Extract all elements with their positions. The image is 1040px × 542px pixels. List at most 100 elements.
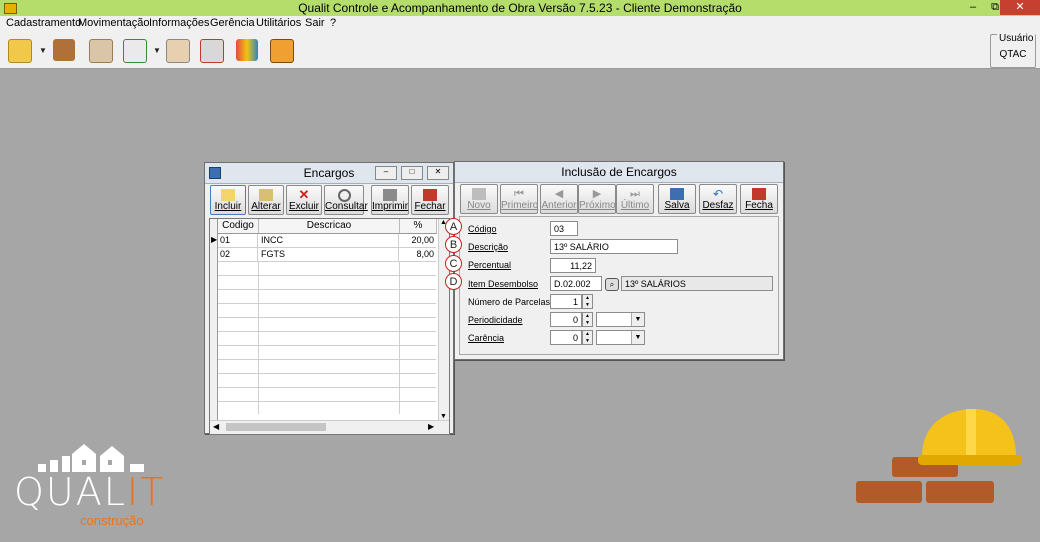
edit-pencil-icon [259,189,273,201]
periodicidade-stepper[interactable]: ▲ ▼ [582,312,593,327]
cell-codigo: 01 [220,234,258,247]
carencia-select[interactable]: ▼ [596,330,645,345]
bar-chart-icon[interactable] [236,39,258,61]
codigo-input[interactable]: 03 [550,221,578,236]
fecha-button[interactable]: Fecha [740,184,778,214]
codigo-label: Código [468,224,497,234]
scroll-left-icon[interactable]: ◀ [213,422,219,431]
novo-label: Novo [467,200,491,211]
numero-parcelas-label: Número de Parcelas [468,297,551,307]
person-chart-icon[interactable] [166,39,190,63]
main-toolbar: ▼ ▼ Usuário QTAC [0,31,1040,69]
printer-icon [383,189,397,201]
item-desembolso-input[interactable]: D.02.002 [550,276,602,291]
incluir-button[interactable]: Incluir [210,185,246,215]
last-record-icon: ⏭ [630,188,640,200]
primeiro-button[interactable]: ⏮ Primeiro [500,184,538,214]
periodicidade-select[interactable]: ▼ [596,312,645,327]
inclusao-title: Inclusão de Encargos [561,165,677,179]
cell-pct: 8,00 [416,249,434,259]
fechar-label: Fechar [414,201,446,212]
chevron-down-icon[interactable]: ▼ [153,46,161,55]
current-row-indicator-icon: ▶ [211,235,218,244]
menu-informacoes[interactable]: Informações [149,17,210,29]
qualit-logo: QUALIT construção [14,440,174,535]
ultimo-label: Último [620,200,650,211]
lookup-icon[interactable]: ⌕ [605,278,619,291]
cell-pct: 20,00 [411,235,434,245]
salva-button[interactable]: Salva [658,184,696,214]
consultar-button[interactable]: Consultar [324,185,368,215]
fechar-button[interactable]: Fechar [411,185,449,215]
menu-sair[interactable]: Sair [305,17,325,29]
periodicidade-label: Periodicidade [468,315,523,325]
exit-door-icon [423,189,437,201]
parcelas-stepper[interactable]: ▲ ▼ [582,294,593,309]
imprimir-button[interactable]: Imprimir [371,185,409,215]
alterar-button[interactable]: Alterar [248,185,284,215]
column-header-codigo[interactable]: Codigo [218,219,259,234]
spreadsheet-icon[interactable] [123,39,147,63]
close-button[interactable]: ✕ [427,166,449,180]
first-record-icon: ⏮ [514,188,524,200]
column-header-pct[interactable]: % [400,219,437,234]
menu-gerencia[interactable]: Gerência [210,17,255,29]
anterior-button[interactable]: ◀ Anterior [540,184,578,214]
encargos-title-bar: Encargos – □ ✕ [205,163,453,184]
descricao-input[interactable]: 13º SALÁRIO [550,239,678,254]
exit-door-icon[interactable] [270,39,294,63]
imprimir-label: Imprimir [372,201,409,212]
carencia-stepper[interactable]: ▲ ▼ [582,330,593,345]
app-title-bar: Qualit Controle e Acompanhamento de Obra… [0,0,1040,16]
desfaz-button[interactable]: ↶ Desfaz [699,184,737,214]
maximize-button[interactable]: □ [401,166,423,180]
chevron-down-icon[interactable]: ▼ [39,46,47,55]
desfaz-label: Desfaz [702,200,734,211]
scroll-right-icon[interactable]: ▶ [428,422,434,431]
new-folder-icon[interactable] [8,39,32,63]
percentual-label: Percentual [468,260,512,270]
calendar-icon[interactable] [89,39,113,63]
app-title: Qualit Controle e Acompanhamento de Obra… [298,1,742,15]
delete-x-icon: ✕ [298,187,310,202]
truck-icon[interactable] [53,39,75,61]
minimize-button[interactable]: – [375,166,397,180]
scroll-down-icon[interactable]: ▼ [440,413,447,420]
table-row[interactable]: 01 INCC 20,00 [218,234,436,248]
scroll-thumb[interactable] [226,423,326,431]
column-header-descricao[interactable]: Descricao [259,219,400,234]
calendar-clock-icon[interactable] [200,39,224,63]
incluir-label: Incluir [214,201,242,212]
horizontal-scrollbar[interactable]: ◀ ▶ [210,420,449,434]
proximo-label: Próximo [579,200,616,211]
encargos-grid: Codigo Descricao % ▶ 01 INCC 20,00 02 FG… [209,218,450,435]
excluir-label: Excluir [288,201,319,212]
row-indicator-column [210,219,218,424]
fecha-label: Fecha [745,200,773,211]
undo-icon: ↶ [712,187,724,201]
ultimo-button[interactable]: ⏭ Último [616,184,654,214]
chevron-down-icon[interactable]: ▼ [631,313,644,326]
proximo-button[interactable]: ▶ Próximo [578,184,616,214]
carencia-input[interactable]: 0 [550,330,582,345]
novo-button[interactable]: Novo [460,184,498,214]
menu-help[interactable]: ? [330,17,336,29]
alterar-label: Alterar [251,201,281,212]
menu-utilitarios[interactable]: Utilitários [256,17,301,29]
menu-movimentacao[interactable]: Movimentação [78,17,150,29]
bricks-helmet-icon [856,409,1022,503]
chevron-down-icon[interactable]: ▼ [631,331,644,344]
periodicidade-input[interactable]: 0 [550,312,582,327]
percentual-input[interactable]: 11,22 [550,258,596,273]
table-row[interactable]: 02 FGTS 8,00 [218,248,436,262]
logo-text-qual: QUAL [14,470,127,514]
next-record-icon: ▶ [592,188,602,200]
save-disk-icon [670,188,684,200]
anterior-label: Anterior [541,200,577,211]
excluir-button[interactable]: ✕ Excluir [286,185,322,215]
close-button[interactable]: ✕ [1000,0,1040,15]
numero-parcelas-input[interactable]: 1 [550,294,582,309]
consultar-label: Consultar [325,201,368,212]
descricao-label: Descrição [468,242,509,252]
menu-cadastramento[interactable]: Cadastramento [6,17,81,29]
